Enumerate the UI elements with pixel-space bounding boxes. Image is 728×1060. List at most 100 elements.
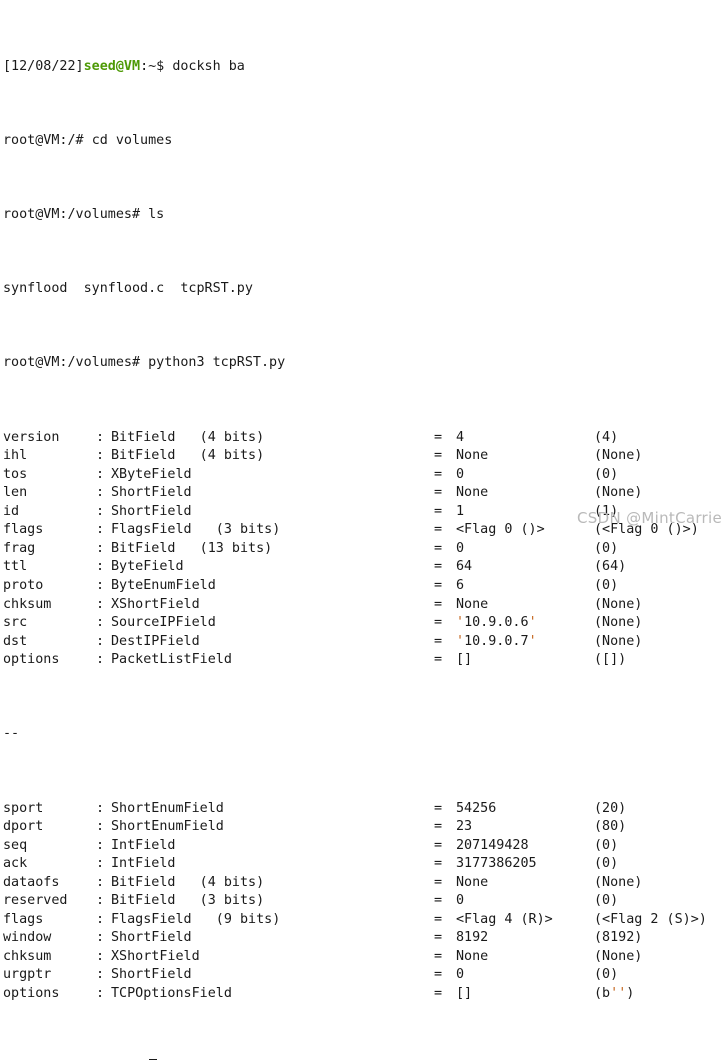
field-equals: = [434, 967, 443, 983]
field-default: (0) [594, 466, 619, 482]
field-name: seq [3, 837, 28, 853]
field-default: (None) [594, 633, 643, 649]
ip-header-field-list: version: BitField (4 bits) = 4 (4) ihl: BitFie… [3, 429, 728, 670]
field-name: options [3, 985, 60, 1001]
field-equals: = [434, 819, 443, 835]
field-row: src: SourceIPField = '10.9.0.6' (None) [3, 614, 728, 633]
field-equals: = [434, 448, 443, 464]
field-colon: : [96, 800, 105, 816]
field-equals: = [434, 837, 443, 853]
field-equals: = [434, 652, 443, 668]
field-colon: : [96, 429, 105, 445]
field-equals: = [434, 596, 443, 612]
field-name: flags [3, 911, 44, 927]
field-equals: = [434, 948, 443, 964]
field-row: window: ShortField = 8192 (8192) [3, 929, 728, 948]
field-row: options: PacketListField = [] ([]) [3, 651, 728, 670]
field-type: XShortField [111, 596, 200, 612]
field-row: dport: ShortEnumField = 23 (80) [3, 818, 728, 837]
field-type: IntField [111, 856, 176, 872]
field-row: ack: IntField = 3177386205 (0) [3, 855, 728, 874]
field-colon: : [96, 874, 105, 890]
prompt-root-3: root@VM:/volumes# [3, 355, 149, 371]
field-value: None [456, 596, 489, 612]
command-text: cd volumes [91, 132, 173, 148]
field-default: (80) [594, 819, 627, 835]
field-name: ack [3, 856, 28, 872]
field-value: 8192 [456, 930, 489, 946]
field-colon: : [96, 503, 105, 519]
field-equals: = [434, 985, 443, 1001]
field-colon: : [96, 485, 105, 501]
field-default: (None) [594, 448, 643, 464]
field-value: None [456, 485, 489, 501]
field-colon: : [96, 967, 105, 983]
field-value: 0 [456, 893, 465, 909]
field-equals: = [434, 485, 443, 501]
quote-char: ' [618, 985, 627, 1001]
field-row: ihl: BitField (4 bits) = None (None) [3, 447, 728, 466]
terminal-window[interactable]: [12/08/22]seed@VM:~$ docksh ba root@VM:/… [0, 0, 728, 1060]
prompt-root-2: root@VM:/volumes# [3, 207, 149, 223]
field-colon: : [96, 448, 105, 464]
field-name: reserved [3, 893, 68, 909]
field-equals: = [434, 522, 443, 538]
field-name: src [3, 615, 28, 631]
field-value: None [456, 448, 489, 464]
field-type: XShortField [111, 948, 200, 964]
field-default: (4) [594, 429, 619, 445]
field-name: flags [3, 522, 44, 538]
field-colon: : [96, 930, 105, 946]
field-row: options: TCPOptionsField = [] (b'') [3, 985, 728, 1004]
field-colon: : [96, 948, 105, 964]
field-value: 64 [456, 559, 473, 575]
field-equals: = [434, 874, 443, 890]
field-value: '10.9.0.7' [456, 633, 537, 649]
quote-char: ' [528, 615, 537, 631]
field-equals: = [434, 633, 443, 649]
field-colon: : [96, 596, 105, 612]
field-name: urgptr [3, 967, 52, 983]
terminal-line-command-docksh: [12/08/22]seed@VM:~$ docksh ba [3, 58, 728, 77]
field-colon: : [96, 893, 105, 909]
quote-char: ' [610, 985, 619, 1001]
field-value: 0 [456, 540, 465, 556]
field-type: FlagsField (3 bits) [111, 522, 281, 538]
field-value: 0 [456, 967, 465, 983]
field-type: XByteField [111, 466, 192, 482]
field-value: 23 [456, 819, 473, 835]
field-name: tos [3, 466, 28, 482]
field-colon: : [96, 911, 105, 927]
field-equals: = [434, 800, 443, 816]
field-name: ttl [3, 559, 28, 575]
field-default: (b'') [594, 985, 635, 1001]
field-type: BitField (3 bits) [111, 893, 265, 909]
field-row: urgptr: ShortField = 0 (0) [3, 966, 728, 985]
field-name: options [3, 652, 60, 668]
field-colon: : [96, 615, 105, 631]
field-type: ShortField [111, 967, 192, 983]
field-equals: = [434, 930, 443, 946]
field-default: (None) [594, 485, 643, 501]
field-row: reserved: BitField (3 bits) = 0 (0) [3, 892, 728, 911]
field-row: chksum: XShortField = None (None) [3, 596, 728, 615]
prompt-root-1: root@VM:/# [3, 132, 92, 148]
field-colon: : [96, 633, 105, 649]
field-name: dport [3, 819, 44, 835]
field-default: (8192) [594, 930, 643, 946]
field-equals: = [434, 466, 443, 482]
terminal-line-command-python: root@VM:/volumes# python3 tcpRST.py [3, 354, 728, 373]
field-type: ShortField [111, 485, 192, 501]
field-name: window [3, 930, 52, 946]
field-name: version [3, 429, 60, 445]
field-name: proto [3, 577, 44, 593]
text-cursor[interactable] [149, 1059, 158, 1060]
field-name: frag [3, 540, 36, 556]
prompt-path: :~$ [140, 58, 173, 74]
terminal-line-ls-output: synflood synflood.c tcpRST.py [3, 280, 728, 299]
quote-char: ' [456, 633, 465, 649]
field-equals: = [434, 856, 443, 872]
field-equals: = [434, 559, 443, 575]
command-text: ls [148, 207, 165, 223]
field-value: 54256 [456, 800, 497, 816]
